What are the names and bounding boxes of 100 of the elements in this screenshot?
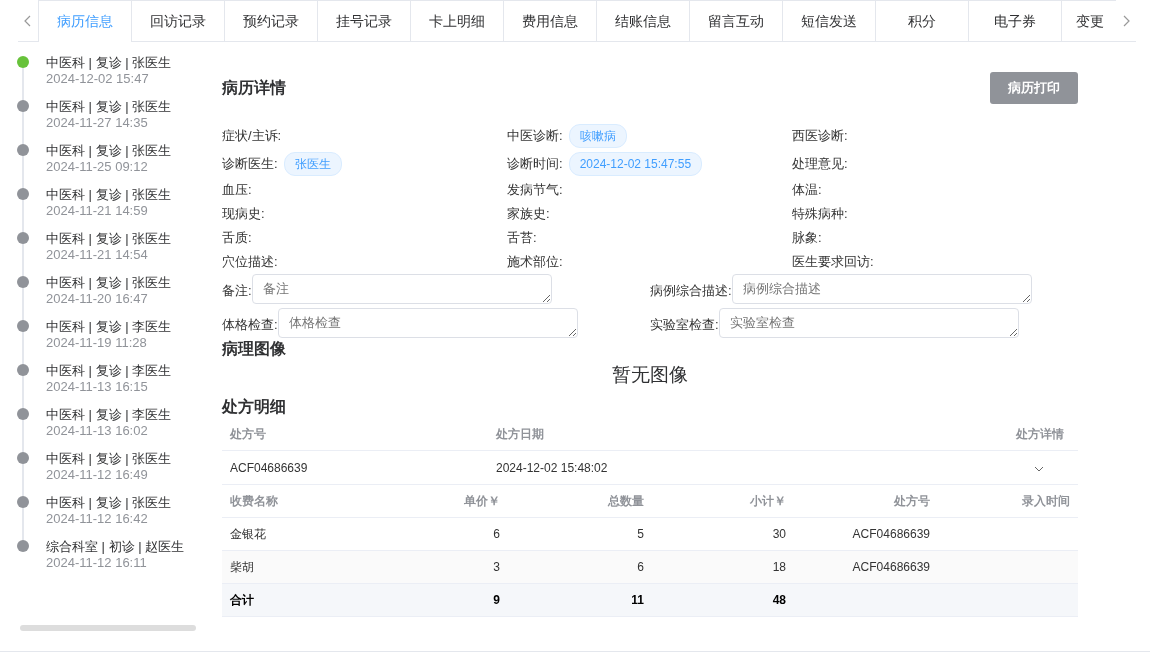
timeline-dot[interactable]: [17, 144, 29, 156]
field-label: 医生要求回访:: [792, 253, 874, 271]
tab[interactable]: 预约记录: [224, 0, 317, 42]
tab[interactable]: 挂号记录: [317, 0, 410, 42]
tab[interactable]: 卡上明细: [410, 0, 503, 42]
total-cell-text: 9: [492, 593, 501, 607]
tab[interactable]: 费用信息: [503, 0, 596, 42]
collapse-icon[interactable]: [1034, 465, 1044, 472]
column-header: 录入时间: [1021, 492, 1071, 510]
table-cell-text: 2024-12-02 15:48:02: [495, 460, 609, 475]
scrollbar[interactable]: [20, 625, 196, 631]
total-cell-text: 48: [771, 593, 787, 607]
field-label: 发病节气:: [507, 181, 563, 199]
visit-time: 2024-11-12 16:49: [46, 467, 149, 483]
visit-title[interactable]: 中医科 | 复诊 | 张医生: [46, 55, 172, 71]
tab[interactable]: 电子券: [968, 0, 1061, 42]
visit-title[interactable]: 中医科 | 复诊 | 张医生: [46, 275, 172, 291]
timeline-dot[interactable]: [17, 188, 29, 200]
field-label: 血压:: [222, 181, 252, 199]
visit-title[interactable]: 中医科 | 复诊 | 李医生: [46, 407, 172, 423]
field-label: 施术部位:: [507, 253, 563, 271]
column-header: 处方号: [229, 425, 267, 443]
text-area[interactable]: 实验室检查: [718, 308, 1019, 338]
visit-time: 2024-11-12 16:42: [46, 511, 149, 527]
timeline-dot[interactable]: [17, 408, 29, 420]
visit-title[interactable]: 中医科 | 复诊 | 张医生: [46, 495, 172, 511]
table-cell-text: 30: [771, 527, 787, 541]
tab[interactable]: 积分: [875, 0, 968, 42]
visit-time: 2024-11-19 11:28: [46, 335, 148, 351]
text-area[interactable]: 病例综合描述: [731, 274, 1032, 304]
table-cell-text: ACF04686639: [851, 527, 931, 541]
timeline-dot[interactable]: [17, 232, 29, 244]
field-label: 体格检查:: [222, 316, 278, 334]
field-label: 穴位描述:: [222, 253, 278, 271]
visit-title[interactable]: 中医科 | 复诊 | 张医生: [46, 231, 172, 247]
tab[interactable]: 变更: [1061, 0, 1116, 42]
value-tag: 张医生: [283, 152, 342, 176]
visit-title[interactable]: 中医科 | 复诊 | 张医生: [46, 99, 172, 115]
tab[interactable]: 结账信息: [596, 0, 689, 42]
field-label: 脉象:: [792, 229, 822, 247]
column-header: 处方日期: [495, 425, 545, 443]
timeline-dot[interactable]: [17, 540, 29, 552]
visit-title[interactable]: 中医科 | 复诊 | 张医生: [46, 451, 172, 467]
timeline-dot[interactable]: [17, 56, 29, 68]
visit-time: 2024-11-21 14:54: [46, 247, 149, 263]
section-title: 处方明细: [222, 397, 287, 417]
tab[interactable]: 短信发送: [782, 0, 875, 42]
table-cell-text: 6: [492, 527, 501, 541]
field-label: 病例综合描述:: [650, 282, 732, 300]
timeline-dot[interactable]: [17, 452, 29, 464]
field-label: 诊断医生:: [222, 155, 278, 173]
column-header: 处方详情: [1015, 425, 1065, 443]
field-label: 家族史:: [507, 205, 550, 223]
column-header: 单价￥: [463, 492, 501, 510]
total-cell-text: 11: [630, 593, 645, 607]
visit-time: 2024-11-13 16:02: [46, 423, 149, 439]
text-area[interactable]: 备注: [251, 274, 552, 304]
visit-time: 2024-11-20 16:47: [46, 291, 149, 307]
section-title: 病理图像: [222, 339, 287, 359]
tab[interactable]: 留言互动: [689, 0, 782, 42]
field-label: 诊断时间:: [507, 155, 563, 173]
timeline-dot[interactable]: [17, 496, 29, 508]
total-cell-text: 合计: [229, 591, 255, 609]
timeline-dot[interactable]: [17, 276, 29, 288]
field-label: 处理意见:: [792, 155, 848, 173]
timeline-dot[interactable]: [17, 100, 29, 112]
column-header: 总数量: [606, 492, 645, 510]
table-cell-text: 3: [492, 560, 501, 574]
table-cell-text: 18: [771, 560, 787, 574]
visit-time: 2024-12-02 15:47: [46, 71, 150, 87]
column-header: 收费名称: [229, 492, 279, 510]
visit-time: 2024-11-25 09:12: [46, 159, 149, 175]
tab[interactable]: 回访记录: [131, 0, 224, 42]
timeline-dot[interactable]: [17, 364, 29, 376]
visit-title[interactable]: 综合科室 | 初诊 | 赵医生: [46, 539, 185, 555]
field-label: 实验室检查:: [650, 316, 719, 334]
field-label: 备注:: [222, 282, 252, 300]
visit-time: 2024-11-13 16:15: [46, 379, 149, 395]
table-cell-text: 5: [636, 527, 645, 541]
text-area[interactable]: 体格检查: [277, 308, 578, 338]
table-cell-text: 6: [636, 560, 645, 574]
field-label: 舌苔:: [507, 229, 537, 247]
value-tag: 咳嗽病: [568, 124, 627, 148]
table-cell-text: ACF04686639: [229, 460, 309, 475]
column-header: 小计￥: [749, 492, 787, 510]
field-label: 体温:: [792, 181, 822, 199]
visit-time: 2024-11-27 14:35: [46, 115, 149, 131]
visit-time: 2024-11-12 16:11: [46, 555, 148, 571]
field-label: 西医诊断:: [792, 127, 848, 145]
field-label: 特殊病种:: [792, 205, 848, 223]
field-label: 症状/主诉:: [222, 127, 282, 145]
section-title: 病历详情: [222, 77, 286, 98]
timeline-dot[interactable]: [17, 320, 29, 332]
visit-title[interactable]: 中医科 | 复诊 | 张医生: [46, 187, 172, 203]
visit-title[interactable]: 中医科 | 复诊 | 张医生: [46, 143, 172, 159]
visit-title[interactable]: 中医科 | 复诊 | 李医生: [46, 319, 172, 335]
empty-message: 暂无图像: [611, 363, 689, 387]
visit-title[interactable]: 中医科 | 复诊 | 李医生: [46, 363, 172, 379]
field-label: 舌质:: [222, 229, 252, 247]
table-cell-text: ACF04686639: [851, 560, 931, 574]
